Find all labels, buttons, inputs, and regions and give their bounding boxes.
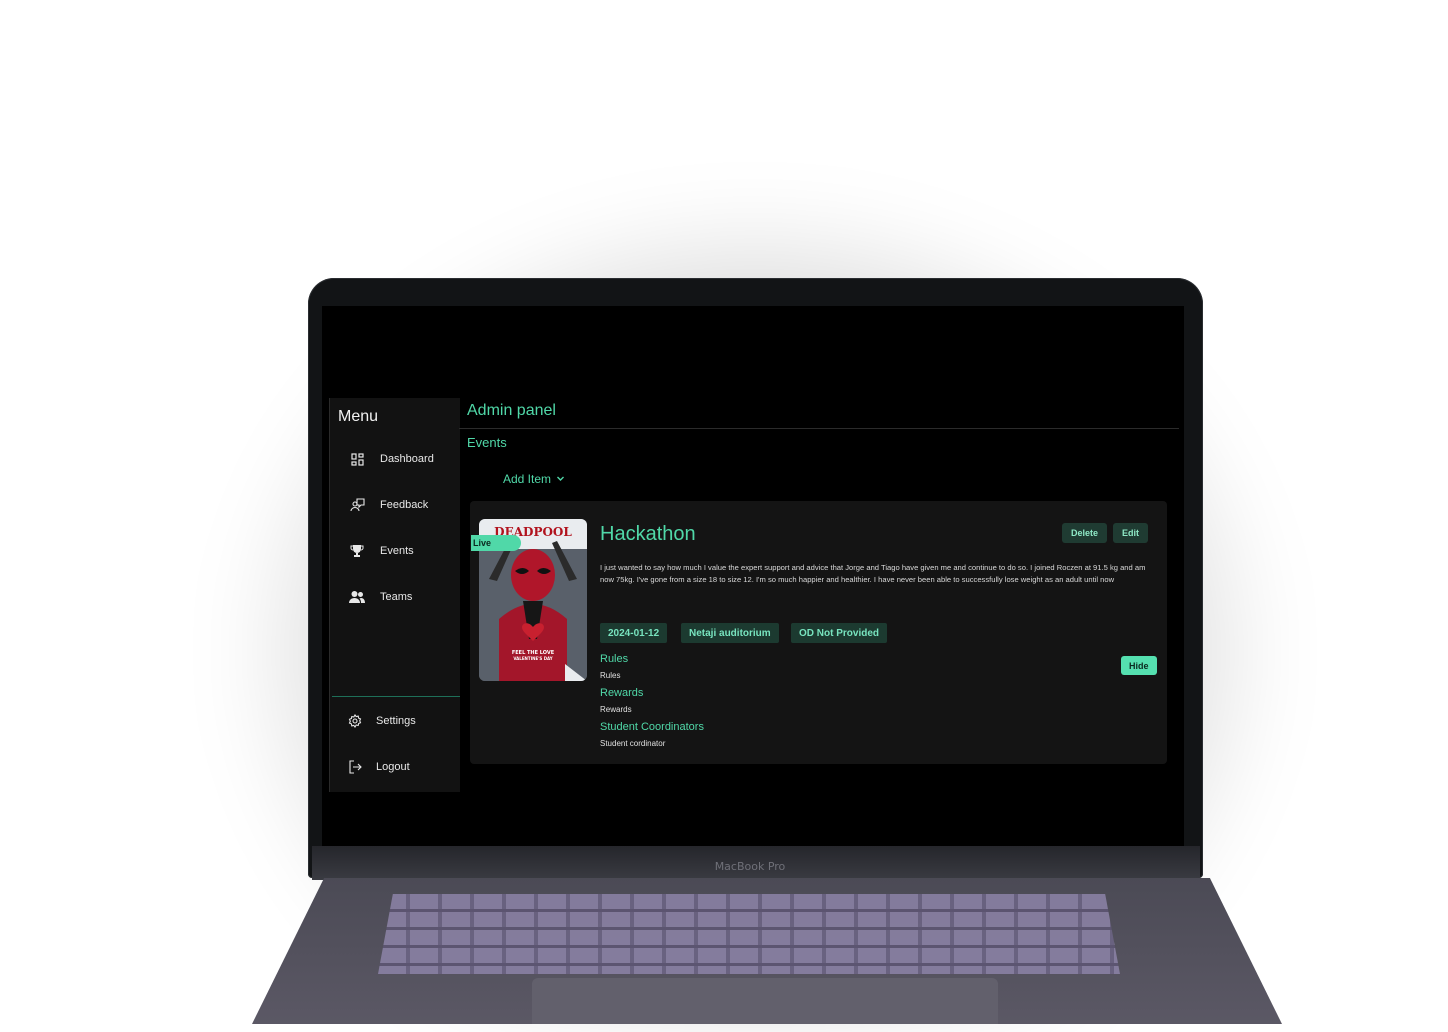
logout-icon [346, 758, 364, 776]
event-venue-chip: Netaji auditorium [681, 623, 779, 643]
sidebar-item-events[interactable]: Events [330, 537, 460, 565]
add-item-label: Add Item [503, 472, 552, 486]
add-item-button[interactable]: Add Item [503, 472, 565, 486]
sidebar-item-label: Settings [376, 715, 416, 727]
student-coordinators-heading: Student Coordinators [600, 721, 704, 733]
rules-text: Rules [600, 671, 621, 680]
laptop-brand-label: MacBook Pro [714, 860, 786, 873]
sidebar-item-dashboard[interactable]: Dashboard [330, 445, 460, 473]
rules-heading: Rules [600, 653, 629, 665]
page-title: Admin panel [467, 402, 556, 419]
delete-button[interactable]: Delete [1062, 523, 1108, 543]
trophy-icon [348, 542, 366, 560]
hide-button[interactable]: Hide [1121, 656, 1157, 675]
poster-tagline-2: VALENTINE'S DAY [513, 656, 552, 661]
event-description: I just wanted to say how much I value th… [600, 563, 1146, 584]
sidebar-item-settings[interactable]: Settings [330, 707, 460, 735]
laptop-trackpad [532, 978, 998, 1024]
event-card: DEADPOOL FEEL THE LOVE VALENTINE'S DAY L… [470, 501, 1167, 764]
rewards-text: Rewards [600, 705, 632, 714]
breadcrumb[interactable]: Events [467, 435, 507, 450]
feedback-icon [348, 496, 366, 514]
admin-app: Menu Dashboard Feedback Events Teams Set… [322, 306, 1184, 846]
sidebar-item-label: Logout [376, 761, 410, 773]
sidebar-divider [332, 696, 460, 697]
header-divider [459, 428, 1179, 429]
sidebar: Menu Dashboard Feedback Events Teams Set… [329, 398, 460, 792]
event-title: Hackathon [600, 523, 696, 545]
sidebar-item-teams[interactable]: Teams [330, 583, 460, 611]
users-icon [348, 588, 366, 606]
live-status-badge: Live [471, 535, 521, 551]
chevron-down-icon [556, 472, 565, 486]
event-date-chip: 2024-01-12 [600, 623, 668, 643]
rewards-heading: Rewards [600, 687, 644, 699]
laptop-screen: Menu Dashboard Feedback Events Teams Set… [322, 306, 1184, 846]
sidebar-item-label: Teams [380, 591, 413, 603]
edit-button[interactable]: Edit [1113, 523, 1148, 543]
menu-title: Menu [338, 408, 379, 425]
dashboard-icon [348, 450, 366, 468]
gear-icon [346, 712, 364, 730]
laptop-keyboard [378, 894, 1120, 974]
sidebar-item-logout[interactable]: Logout [330, 753, 460, 781]
sidebar-item-label: Events [380, 545, 414, 557]
sidebar-item-label: Dashboard [380, 453, 434, 465]
student-coordinators-text: Student cordinator [600, 739, 666, 748]
sidebar-item-label: Feedback [380, 499, 429, 511]
event-od-status-chip: OD Not Provided [791, 623, 888, 643]
sidebar-item-feedback[interactable]: Feedback [330, 491, 460, 519]
